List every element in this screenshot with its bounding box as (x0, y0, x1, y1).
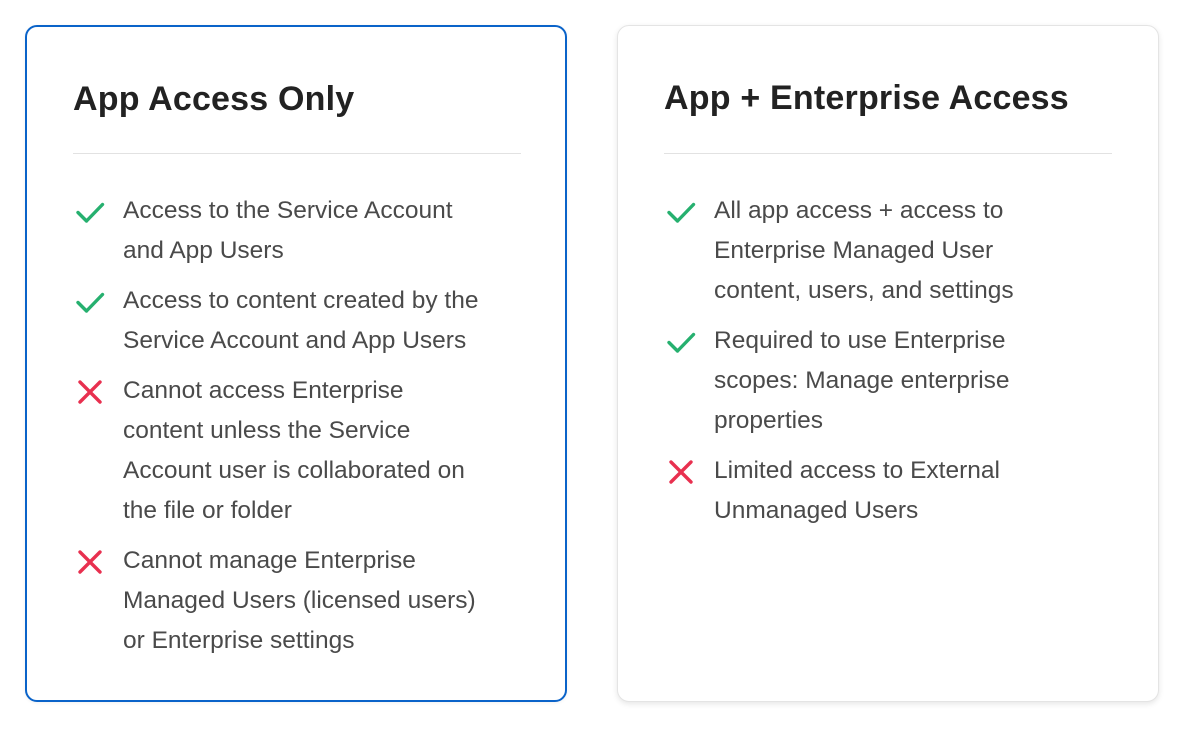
feature-item: Access to the Service Account and App Use… (73, 191, 523, 271)
check-icon (73, 285, 107, 319)
feature-text-line: the file or folder (123, 497, 292, 524)
feature-text-line: Unmanaged Users (714, 497, 919, 524)
feature-text-line: Cannot manage Enterprise (123, 547, 416, 574)
feature-item: Limited access to External Unmanaged User… (664, 451, 1114, 531)
feature-item: Cannot access Enterprise content unless t… (73, 371, 523, 531)
cross-icon (73, 545, 107, 579)
feature-text-line: All app access + access to (714, 197, 1004, 224)
feature-text-line: Limited access to External (714, 457, 1000, 484)
feature-text-line: Access to the Service Account (123, 197, 453, 224)
check-icon (664, 325, 698, 359)
divider (73, 153, 521, 154)
feature-text-line: Access to content created by the (123, 287, 479, 314)
access-options: App Access Only Access to the Service Ac… (0, 0, 1182, 754)
feature-text-line: Cannot access Enterprise (123, 377, 404, 404)
feature-list: Access to the Service Account and App Use… (73, 191, 523, 671)
feature-item: All app access + access to Enterprise Man… (664, 191, 1114, 311)
feature-text-line: properties (714, 407, 823, 434)
feature-item: Cannot manage Enterprise Managed Users (l… (73, 541, 523, 661)
feature-text-line: and App Users (123, 237, 284, 264)
feature-item: Required to use Enterprise scopes: Manage… (664, 321, 1114, 441)
feature-list: All app access + access to Enterprise Man… (664, 191, 1114, 541)
feature-text-line: or Enterprise settings (123, 627, 355, 654)
card-app-enterprise-access[interactable]: App + Enterprise Access All app access +… (617, 25, 1159, 702)
card-app-access-only[interactable]: App Access Only Access to the Service Ac… (25, 25, 567, 702)
card-title: App + Enterprise Access (664, 79, 1069, 117)
feature-item: Access to content created by the Service … (73, 281, 523, 361)
check-icon (73, 195, 107, 229)
cross-icon (664, 455, 698, 489)
feature-text-line: Enterprise Managed User (714, 237, 994, 264)
card-title: App Access Only (73, 80, 355, 118)
divider (664, 153, 1112, 154)
check-icon (664, 195, 698, 229)
cross-icon (73, 375, 107, 409)
feature-text-line: content unless the Service (123, 417, 411, 444)
feature-text-line: Service Account and App Users (123, 327, 467, 354)
feature-text-line: Account user is collaborated on (123, 457, 465, 484)
feature-text-line: Managed Users (licensed users) (123, 587, 476, 614)
feature-text-line: Required to use Enterprise (714, 327, 1006, 354)
feature-text-line: scopes: Manage enterprise (714, 367, 1010, 394)
feature-text-line: content, users, and settings (714, 277, 1014, 304)
